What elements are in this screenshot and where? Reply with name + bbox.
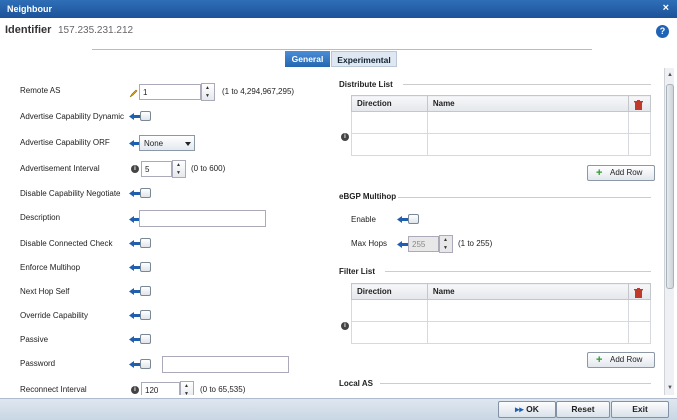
max-hops-input[interactable]: 255: [408, 236, 439, 252]
dialog-titlebar: Neighbour ×: [0, 0, 677, 18]
table-row[interactable]: [351, 111, 651, 134]
section-divider: [380, 383, 651, 384]
filter-list-title: Filter List: [339, 267, 376, 276]
plus-icon: +: [596, 167, 603, 179]
ok-button-label: OK: [526, 404, 539, 414]
remote-as-spinner[interactable]: ▲ ▼: [201, 83, 215, 101]
ebgp-enable-toggle[interactable]: [397, 214, 419, 225]
info-icon: i: [131, 165, 139, 173]
reconnect-interval-label: Reconnect Interval: [20, 385, 87, 394]
info-icon: i: [341, 133, 349, 141]
section-divider: [403, 84, 651, 85]
identifier-row: Identifier 157.235.231.212: [0, 18, 677, 46]
ebgp-multihop-title: eBGP Multihop: [339, 192, 397, 201]
form-content: Remote AS 1 ▲ ▼ (1 to 4,294,967,295) Adve…: [0, 68, 664, 395]
adv-interval-label: Advertisement Interval: [20, 164, 100, 173]
tab-experimental[interactable]: Experimental: [331, 51, 397, 67]
distribute-list-table: Direction Name: [351, 95, 651, 156]
password-input[interactable]: [162, 356, 289, 373]
remote-as-label: Remote AS: [20, 86, 61, 95]
section-divider: [398, 197, 651, 198]
close-icon[interactable]: ×: [663, 2, 669, 14]
tab-general[interactable]: General: [285, 51, 330, 67]
dialog-footer: ▸▸ OK Reset Exit: [0, 398, 677, 420]
distribute-list-title: Distribute List: [339, 80, 393, 89]
next-hop-self-toggle[interactable]: [129, 286, 151, 297]
adv-cap-orf-label: Advertise Capability ORF: [20, 138, 110, 147]
column-header-direction[interactable]: Direction: [351, 283, 428, 300]
reconnect-interval-hint: (0 to 65,535): [200, 385, 246, 394]
plus-icon: +: [596, 354, 603, 366]
next-hop-self-label: Next Hop Self: [20, 287, 70, 296]
scroll-thumb[interactable]: [666, 84, 674, 289]
reset-button[interactable]: Reset: [556, 401, 610, 418]
max-hops-spinner[interactable]: ▲ ▼: [439, 235, 453, 253]
table-header-row: Direction Name: [351, 95, 651, 112]
disable-cap-neg-label: Disable Capability Negotiate: [20, 189, 121, 198]
adv-cap-orf-value: None: [144, 139, 164, 148]
passive-toggle[interactable]: [129, 334, 151, 345]
scroll-down-icon[interactable]: ▼: [666, 385, 674, 393]
pencil-icon: [129, 89, 138, 98]
help-icon[interactable]: ?: [656, 25, 669, 38]
passive-label: Passive: [20, 335, 49, 344]
adv-interval-spinner[interactable]: ▲ ▼: [172, 160, 186, 178]
chevron-down-icon: [185, 142, 191, 146]
ebgp-enable-label: Enable: [351, 215, 376, 224]
description-label: Description: [20, 213, 61, 222]
info-icon: i: [131, 386, 139, 394]
filter-list-table: Direction Name: [351, 283, 651, 344]
tab-divider: [92, 49, 592, 50]
enforce-multihop-label: Enforce Multihop: [20, 263, 81, 272]
adv-interval-input[interactable]: 5: [141, 161, 172, 177]
remote-as-hint: (1 to 4,294,967,295): [222, 87, 295, 96]
disable-conn-check-label: Disable Connected Check: [20, 239, 113, 248]
adv-cap-orf-select[interactable]: None: [139, 135, 195, 151]
identifier-label: Identifier: [5, 24, 52, 36]
max-hops-label: Max Hops: [351, 239, 388, 248]
table-row[interactable]: [351, 299, 651, 322]
section-divider: [385, 271, 651, 272]
info-icon: i: [341, 322, 349, 330]
trash-icon[interactable]: [634, 100, 643, 110]
add-row-label: Add Row: [610, 355, 643, 364]
adv-cap-dynamic-label: Advertise Capability Dynamic: [20, 112, 125, 121]
ok-button[interactable]: ▸▸ OK: [498, 401, 556, 418]
identifier-value: 157.235.231.212: [58, 25, 134, 36]
exit-button[interactable]: Exit: [611, 401, 669, 418]
adv-cap-dynamic-toggle[interactable]: [129, 111, 151, 122]
column-header-name[interactable]: Name: [426, 283, 630, 300]
override-cap-toggle[interactable]: [129, 310, 151, 321]
description-input[interactable]: [139, 210, 266, 227]
table-row[interactable]: [351, 321, 651, 344]
filter-list-add-row-button[interactable]: + Add Row: [587, 352, 655, 368]
disable-cap-neg-toggle[interactable]: [129, 188, 151, 199]
vertical-scrollbar[interactable]: ▲ ▼: [664, 68, 674, 395]
password-toggle[interactable]: [129, 359, 151, 370]
adv-interval-hint: (0 to 600): [191, 164, 226, 173]
max-hops-hint: (1 to 255): [458, 239, 493, 248]
column-header-name[interactable]: Name: [426, 95, 630, 112]
password-label: Password: [20, 359, 56, 368]
local-as-title: Local AS: [339, 379, 373, 388]
column-header-direction[interactable]: Direction: [351, 95, 428, 112]
reconnect-interval-input[interactable]: 120: [141, 382, 180, 395]
reconnect-interval-spinner[interactable]: ▲ ▼: [180, 381, 194, 395]
enforce-multihop-toggle[interactable]: [129, 262, 151, 273]
dialog-title: Neighbour: [7, 4, 52, 14]
scroll-up-icon[interactable]: ▲: [666, 72, 674, 80]
trash-icon[interactable]: [634, 288, 643, 298]
distribute-list-add-row-button[interactable]: + Add Row: [587, 165, 655, 181]
ok-arrow-icon: ▸▸: [515, 404, 524, 414]
remote-as-input[interactable]: 1: [139, 84, 201, 100]
add-row-label: Add Row: [610, 168, 643, 177]
table-header-row: Direction Name: [351, 283, 651, 300]
disable-conn-check-toggle[interactable]: [129, 238, 151, 249]
table-row[interactable]: [351, 133, 651, 156]
override-cap-label: Override Capability: [20, 311, 89, 320]
